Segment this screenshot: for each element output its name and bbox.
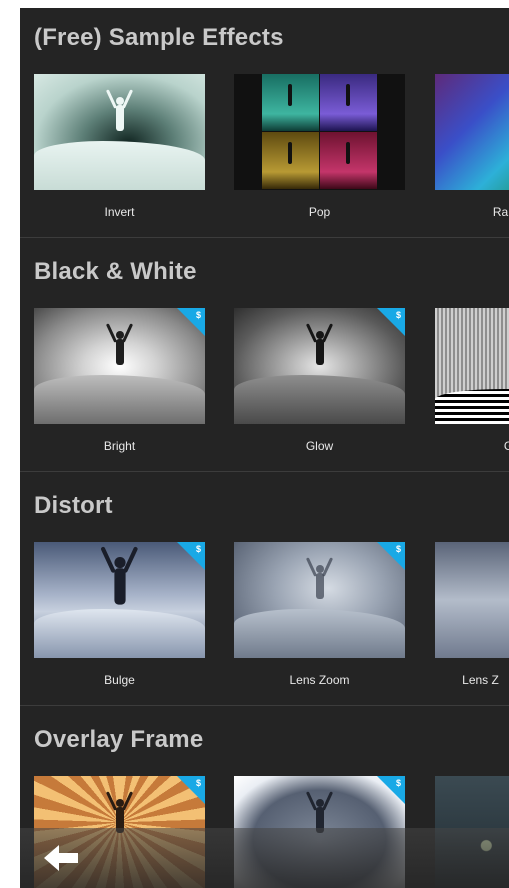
effect-tile-lens-zoom[interactable]: $ Lens Zoom xyxy=(234,542,405,687)
section-divider xyxy=(20,471,509,472)
effect-label: Pop xyxy=(308,205,331,219)
effect-thumbnail[interactable] xyxy=(435,74,509,190)
dollar-icon: $ xyxy=(195,778,201,788)
effect-label: G xyxy=(503,439,509,453)
effect-tile-invert[interactable]: Invert xyxy=(34,74,205,219)
section-title: Overlay Frame xyxy=(34,726,204,753)
effect-tile-bright[interactable]: $ Bright xyxy=(34,308,205,453)
effect-row[interactable]: Invert Pop Ra xyxy=(20,74,509,219)
section-title: Distort xyxy=(34,492,113,519)
effect-thumbnail[interactable]: $ xyxy=(34,542,205,658)
bottom-toolbar xyxy=(20,828,509,888)
effect-row[interactable]: $ Bright $ Glow G xyxy=(20,308,509,453)
section-title: Black & White xyxy=(34,258,197,285)
effects-screen: (Free) Sample Effects Invert Pop Ra Blac… xyxy=(20,8,509,888)
effect-label: Ra xyxy=(492,205,509,219)
effect-tile-rainbow[interactable]: Ra xyxy=(435,74,509,219)
effect-thumbnail[interactable]: $ xyxy=(34,308,205,424)
effect-thumbnail[interactable]: $ xyxy=(234,308,405,424)
effect-tile-lens-z[interactable]: Lens Z xyxy=(435,542,509,687)
effect-thumbnail[interactable] xyxy=(34,74,205,190)
effect-label: Bright xyxy=(103,439,136,453)
effect-thumbnail[interactable]: $ xyxy=(234,542,405,658)
back-button[interactable] xyxy=(42,842,82,874)
effect-thumbnail[interactable] xyxy=(435,308,509,424)
section-divider xyxy=(20,705,509,706)
effect-label: Lens Zoom xyxy=(289,673,350,687)
back-arrow-icon[interactable] xyxy=(42,842,82,874)
section-divider xyxy=(20,237,509,238)
section-title: (Free) Sample Effects xyxy=(34,24,284,51)
dollar-icon: $ xyxy=(395,544,401,554)
effect-tile-bulge[interactable]: $ Bulge xyxy=(34,542,205,687)
dollar-icon: $ xyxy=(395,778,401,788)
effect-label: Glow xyxy=(305,439,334,453)
effect-tile-pop[interactable]: Pop xyxy=(234,74,405,219)
dollar-icon: $ xyxy=(195,544,201,554)
dollar-icon: $ xyxy=(195,310,201,320)
effect-row[interactable]: $ Bulge $ Lens Zoom Lens Z xyxy=(20,542,509,687)
effect-label: Bulge xyxy=(104,673,135,687)
dollar-icon: $ xyxy=(395,310,401,320)
effect-tile-glow[interactable]: $ Glow xyxy=(234,308,405,453)
effect-label: Lens Z xyxy=(462,673,499,687)
effect-label: Invert xyxy=(104,205,135,219)
effect-thumbnail[interactable] xyxy=(234,74,405,190)
effect-tile-graphic[interactable]: G xyxy=(435,308,509,453)
effect-thumbnail[interactable] xyxy=(435,542,509,658)
